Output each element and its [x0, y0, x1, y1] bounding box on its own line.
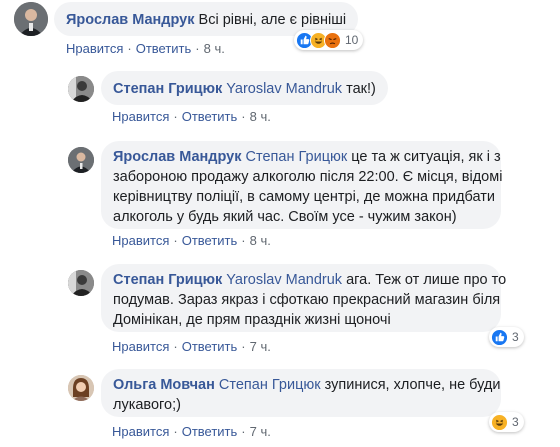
- separator: ·: [195, 41, 200, 56]
- separator: ·: [241, 233, 246, 248]
- comment-bubble: Ярослав Мандрук Степан Грицюк це та ж си…: [101, 141, 503, 229]
- comment-actions: Нравится · Ответить · 8 ч.: [112, 109, 271, 124]
- haha-icon: [491, 413, 508, 431]
- separator: ·: [241, 424, 246, 439]
- comment-author[interactable]: Ольга Мовчан: [113, 377, 215, 393]
- avatar[interactable]: [68, 270, 94, 296]
- reaction-count: 3: [512, 415, 519, 429]
- reaction-count: 3: [512, 330, 519, 344]
- comment-text-line: алкоголь у будь який час. Своїм усе - чу…: [113, 209, 457, 225]
- comment-actions: Нравится · Ответить · 8 ч.: [112, 233, 271, 248]
- comment-bubble: Степан Грицюк Yaroslav Mandruk так!): [101, 71, 388, 105]
- like-button[interactable]: Нравится: [112, 424, 169, 439]
- separator: ·: [127, 41, 132, 56]
- comment-author[interactable]: Ярослав Мандрук: [66, 12, 195, 28]
- comment-mention[interactable]: Yaroslav Mandruk: [226, 81, 342, 97]
- comment-text-line: подумав. Зараз якраз і сфоткаю прекрасни…: [113, 292, 501, 308]
- reply-button[interactable]: Ответить: [182, 339, 238, 354]
- separator: ·: [241, 339, 246, 354]
- like-button[interactable]: Нравится: [112, 339, 169, 354]
- reaction-summary[interactable]: 10: [294, 30, 364, 50]
- comment-text: Всі рівні, але є рівніші: [198, 12, 347, 28]
- separator: ·: [173, 424, 178, 439]
- comment-text-line: забороною продажу алкоголю після 22:00. …: [113, 169, 503, 185]
- comment-text: так!): [346, 81, 376, 97]
- separator: ·: [241, 109, 246, 124]
- comment-text-line: лукавого;): [113, 397, 181, 413]
- angry-icon: [324, 31, 341, 49]
- reply-button[interactable]: Ответить: [182, 424, 238, 439]
- separator: ·: [173, 339, 178, 354]
- comment-text-line: зупинися, хлопче, не буди: [324, 377, 501, 393]
- timestamp[interactable]: 8 ч.: [204, 41, 225, 56]
- comment-text-line: Домінікан, де прям празднік жизні щоночі: [113, 312, 391, 328]
- comment-bubble: Степан Грицюк Yaroslav Mandruk ага. Теж …: [101, 264, 506, 332]
- avatar[interactable]: [14, 2, 48, 36]
- reaction-summary[interactable]: 3: [489, 412, 524, 432]
- comment-bubble: Ольга Мовчан Степан Грицюк зупинися, хло…: [101, 369, 501, 417]
- comment-actions: Нравится · Ответить · 8 ч.: [66, 41, 225, 56]
- timestamp[interactable]: 7 ч.: [250, 424, 271, 439]
- like-button[interactable]: Нравится: [112, 233, 169, 248]
- reply-button[interactable]: Ответить: [182, 109, 238, 124]
- like-button[interactable]: Нравится: [112, 109, 169, 124]
- reaction-summary[interactable]: 3: [489, 327, 524, 347]
- timestamp[interactable]: 8 ч.: [250, 109, 271, 124]
- avatar[interactable]: [68, 147, 94, 173]
- separator: ·: [173, 109, 178, 124]
- like-icon: [491, 328, 508, 346]
- avatar[interactable]: [68, 76, 94, 102]
- reply-button[interactable]: Ответить: [136, 41, 192, 56]
- comment-mention[interactable]: Yaroslav Mandruk: [226, 272, 342, 288]
- separator: ·: [173, 233, 178, 248]
- comment-mention[interactable]: Степан Грицюк: [246, 149, 348, 165]
- comment-mention[interactable]: Степан Грицюк: [219, 377, 321, 393]
- timestamp[interactable]: 8 ч.: [250, 233, 271, 248]
- timestamp[interactable]: 7 ч.: [250, 339, 271, 354]
- comment-actions: Нравится · Ответить · 7 ч.: [112, 424, 271, 439]
- reply-button[interactable]: Ответить: [182, 233, 238, 248]
- comment-author[interactable]: Степан Грицюк: [113, 81, 222, 97]
- comment-text-line: керівництву поліції, в самому центрі, де…: [113, 189, 496, 205]
- reaction-count: 10: [345, 33, 359, 47]
- comment-text-line: це та ж ситуація, як і з: [351, 149, 501, 165]
- like-button[interactable]: Нравится: [66, 41, 123, 56]
- comment-actions: Нравится · Ответить · 7 ч.: [112, 339, 271, 354]
- comment-text-line: ага. Теж от лише про то: [346, 272, 507, 288]
- comment-author[interactable]: Ярослав Мандрук: [113, 149, 242, 165]
- comment-author[interactable]: Степан Грицюк: [113, 272, 222, 288]
- avatar[interactable]: [68, 375, 94, 401]
